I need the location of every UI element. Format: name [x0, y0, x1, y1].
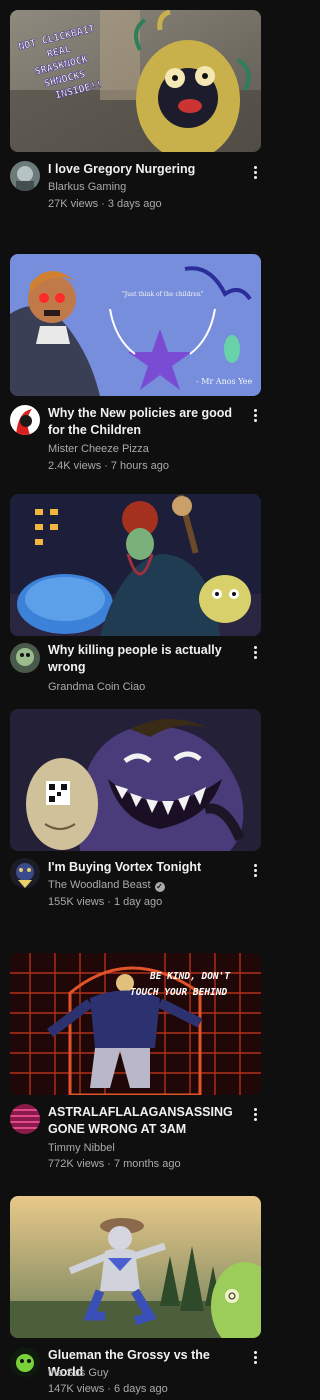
- video-card[interactable]: Glueman the Grossy vs the World the Sus …: [0, 0, 280, 1400]
- upload-age: 6 days ago: [113, 1383, 168, 1395]
- view-count: 147K views: [48, 1383, 105, 1395]
- channel-avatar[interactable]: [10, 1347, 40, 1377]
- video-meta: 147K views · 6 days ago: [48, 1382, 168, 1396]
- more-options-icon[interactable]: [248, 1348, 262, 1366]
- channel-name[interactable]: the Sus Guy: [48, 1366, 109, 1380]
- separator: ·: [107, 1383, 111, 1395]
- video-thumbnail[interactable]: [10, 1196, 261, 1338]
- dancing-figure-icon: [10, 1196, 261, 1338]
